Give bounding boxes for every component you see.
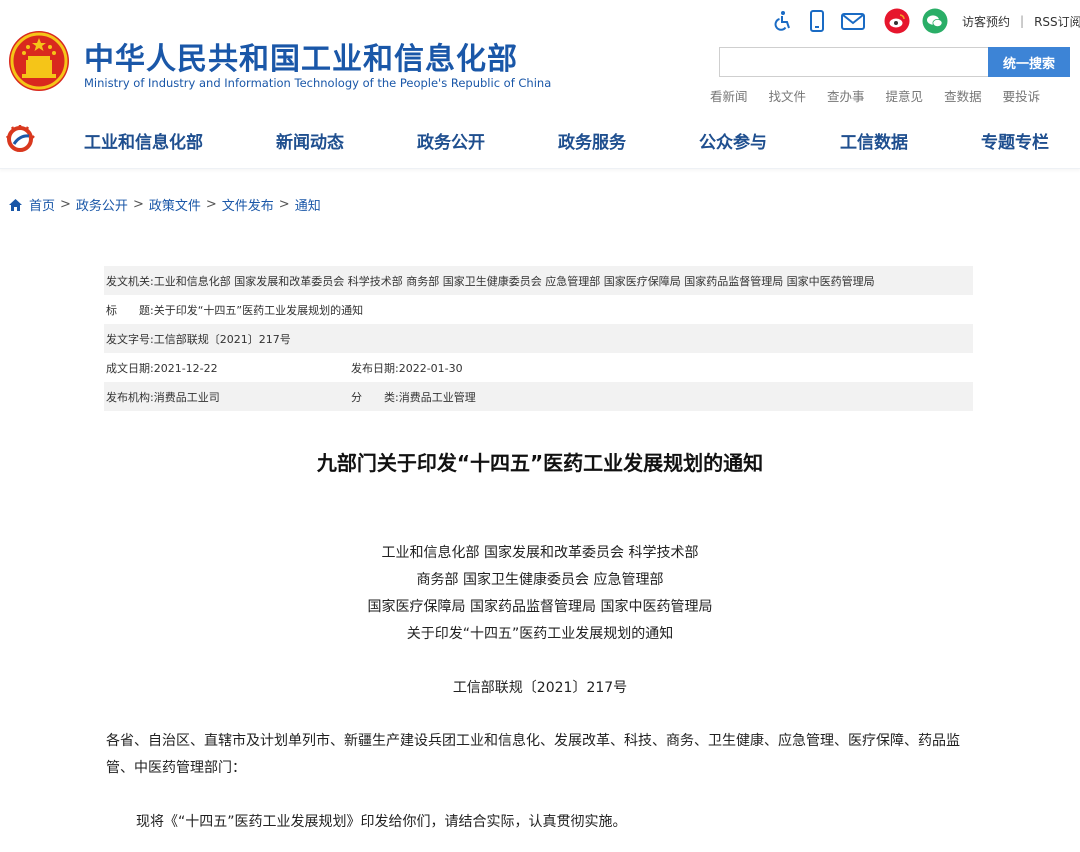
meta-title-label: 标 题:	[106, 303, 154, 317]
weibo-icon[interactable]	[884, 8, 910, 34]
meta-category: 分 类:消费品工业管理	[351, 389, 476, 405]
site-subtitle[interactable]: Ministry of Industry and Information Tec…	[84, 76, 551, 90]
wechat-icon[interactable]	[922, 8, 948, 34]
site-title[interactable]: 中华人民共和国工业和信息化部	[84, 34, 518, 78]
breadcrumb-separator: >	[278, 197, 290, 212]
accessibility-icon[interactable]	[772, 10, 794, 32]
meta-issuer-label: 发文机关:	[106, 274, 154, 288]
nav-item-government-affairs[interactable]: 政务公开	[417, 128, 485, 153]
document-number: 工信部联规〔2021〕217号	[452, 680, 628, 696]
quick-link-data[interactable]: 查数据	[944, 86, 982, 105]
home-icon[interactable]	[8, 198, 23, 212]
document-meta-table: 发文机关: 工业和信息化部 国家发展和改革委员会 科学技术部 商务部 国家卫生健…	[104, 266, 973, 411]
top-toolbar: 访客预约 | RSS订阅	[772, 8, 1080, 34]
nav-item-news[interactable]: 新闻动态	[276, 128, 344, 153]
meta-published-label: 发布日期:	[351, 361, 399, 375]
breadcrumb-government-affairs[interactable]: 政务公开	[76, 195, 128, 214]
breadcrumb-separator: >	[60, 197, 71, 212]
meta-agency-label: 发布机构:	[106, 390, 154, 404]
meta-issuer-value: 工业和信息化部 国家发展和改革委员会 科学技术部 商务部 国家卫生健康委员会 应…	[153, 274, 875, 288]
mobile-icon[interactable]	[806, 10, 828, 32]
meta-created-value: 2021-12-22	[153, 361, 218, 375]
issuer-line-2: 商务部 国家卫生健康委员会 应急管理部	[416, 572, 664, 588]
issuer-line-1: 工业和信息化部 国家发展和改革委员会 科学技术部	[381, 545, 699, 561]
national-emblem-logo[interactable]	[8, 30, 70, 92]
meta-category-label: 分 类:	[351, 390, 399, 404]
meta-row-doc-no: 发文字号: 工信部联规〔2021〕217号	[104, 324, 973, 353]
meta-agency-value: 消费品工业司	[153, 390, 220, 404]
search-button[interactable]: 统一搜索	[988, 47, 1070, 77]
quick-link-services[interactable]: 查办事	[827, 86, 865, 105]
breadcrumb-file-release[interactable]: 文件发布	[222, 195, 274, 214]
search-input[interactable]	[719, 47, 989, 77]
quick-link-feedback[interactable]: 提意见	[886, 86, 924, 105]
rss-link[interactable]: RSS订阅	[1034, 13, 1080, 30]
meta-published: 发布日期:2022-01-30	[351, 360, 463, 376]
nav-item-ministry[interactable]: 工业和信息化部	[84, 128, 203, 153]
header-separator: |	[1020, 14, 1025, 28]
visitor-appointment-link[interactable]: 访客预约	[962, 13, 1010, 30]
breadcrumb: 首页 > 政务公开 > 政策文件 > 文件发布 > 通知	[8, 195, 321, 214]
mail-icon[interactable]	[840, 10, 866, 32]
body-paragraph: 现将《“十四五”医药工业发展规划》印发给你们，请结合实际，认真贯彻实施。	[136, 814, 627, 830]
meta-created: 成文日期:2021-12-22	[106, 360, 351, 376]
meta-published-value: 2022-01-30	[398, 361, 463, 375]
quick-link-news[interactable]: 看新闻	[710, 86, 748, 105]
breadcrumb-home[interactable]: 首页	[29, 195, 55, 214]
breadcrumb-policy-files[interactable]: 政策文件	[149, 195, 201, 214]
breadcrumb-separator: >	[132, 197, 144, 212]
nav-item-special-topics[interactable]: 专题专栏	[981, 128, 1049, 153]
meta-doc-no-value: 工信部联规〔2021〕217号	[153, 332, 291, 346]
meta-row-dates: 成文日期:2021-12-22 发布日期:2022-01-30	[104, 353, 973, 382]
meta-doc-no-label: 发文字号:	[106, 332, 154, 346]
document-title: 九部门关于印发“十四五”医药工业发展规划的通知	[316, 451, 764, 475]
quick-links: 看新闻 找文件 查办事 提意见 查数据 要投诉	[710, 86, 1040, 105]
breadcrumb-separator: >	[205, 197, 217, 212]
meta-agency: 发布机构:消费品工业司	[106, 389, 351, 405]
meta-category-value: 消费品工业管理	[398, 390, 476, 404]
meta-created-label: 成文日期:	[106, 361, 154, 375]
meta-title-value: 关于印发“十四五”医药工业发展规划的通知	[153, 303, 364, 317]
miit-logo-icon[interactable]	[5, 124, 37, 154]
nav-item-data[interactable]: 工信数据	[840, 128, 908, 153]
issuer-line-3: 国家医疗保障局 国家药品监督管理局 国家中医药管理局	[367, 599, 713, 615]
nav-item-public-participation[interactable]: 公众参与	[699, 128, 767, 153]
breadcrumb-notice[interactable]: 通知	[295, 195, 321, 214]
notice-subject-line: 关于印发“十四五”医药工业发展规划的通知	[406, 626, 674, 642]
meta-row-agency: 发布机构:消费品工业司 分 类:消费品工业管理	[104, 382, 973, 411]
quick-link-files[interactable]: 找文件	[769, 86, 807, 105]
recipients-paragraph: 各省、自治区、直辖市及计划单列市、新疆生产建设兵团工业和信息化、发展改革、科技、…	[106, 733, 960, 776]
quick-link-complaint[interactable]: 要投诉	[1003, 86, 1041, 105]
meta-row-issuer: 发文机关: 工业和信息化部 国家发展和改革委员会 科学技术部 商务部 国家卫生健…	[104, 266, 973, 295]
nav-item-services[interactable]: 政务服务	[558, 128, 626, 153]
meta-row-title: 标 题: 关于印发“十四五”医药工业发展规划的通知	[104, 295, 973, 324]
